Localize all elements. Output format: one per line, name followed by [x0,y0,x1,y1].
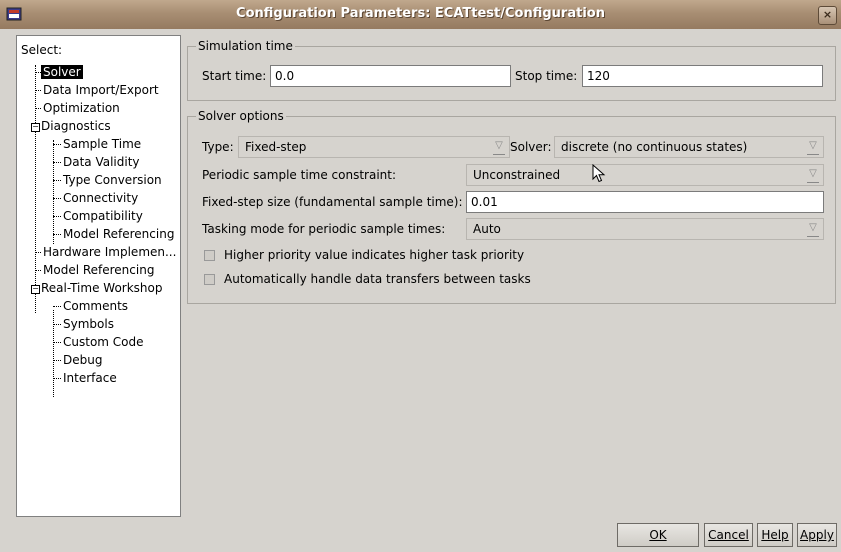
tree-item-data-validity[interactable]: Data Validity [53,153,142,171]
fixed-step-size-field[interactable]: 0.01 [466,191,824,213]
solver-options-group: Solver options Type: Fixed-step ▽ Solver… [187,109,836,304]
periodic-constraint-value: Unconstrained [473,168,561,182]
title-bar: Configuration Parameters: ECATtest/Confi… [0,0,841,30]
window-title: Configuration Parameters: ECATtest/Confi… [236,6,605,21]
dropdown-arrow-icon: ▽ [493,140,505,155]
mouse-cursor-icon [592,164,606,183]
ok-button[interactable]: OK [617,523,699,547]
tree-item-data-import-export[interactable]: Data Import/Export [35,81,161,99]
tasking-mode-select[interactable]: Auto ▽ [466,218,824,240]
cancel-button[interactable]: Cancel [704,523,753,547]
stop-time-field[interactable]: 120 [582,65,823,87]
tree-item-type-conversion[interactable]: Type Conversion [53,171,164,189]
auto-data-transfer-label: Automatically handle data transfers betw… [224,272,531,286]
type-select[interactable]: Fixed-step ▽ [238,136,510,158]
tree-item-sample-time[interactable]: Sample Time [53,135,143,153]
type-value: Fixed-step [245,140,307,154]
tree-item-diag-model-referencing[interactable]: Model Referencing [53,225,176,243]
close-icon[interactable]: × [818,6,837,25]
help-button[interactable]: Help [757,523,793,547]
periodic-constraint-label: Periodic sample time constraint: [202,168,397,182]
tree-item-comments[interactable]: Comments [53,297,130,315]
simulation-time-legend: Simulation time [196,39,295,53]
periodic-constraint-select[interactable]: Unconstrained ▽ [466,164,824,186]
tree-item-hardware-implementation[interactable]: Hardware Implemen... [35,243,178,261]
start-time-field[interactable]: 0.0 [270,65,511,87]
auto-data-transfer-checkbox[interactable] [204,274,215,285]
higher-priority-label: Higher priority value indicates higher t… [224,248,525,262]
solver-options-legend: Solver options [196,109,286,123]
tree-item-interface[interactable]: Interface [53,369,119,387]
start-time-label: Start time: [202,69,267,83]
dialog-content: Select: Solver Data Import/Export Optimi… [0,29,841,552]
category-tree[interactable]: Select: Solver Data Import/Export Optimi… [16,35,181,517]
solver-select[interactable]: discrete (no continuous states) ▽ [554,136,824,158]
tree-item-connectivity[interactable]: Connectivity [53,189,140,207]
tree-item-compatibility[interactable]: Compatibility [53,207,145,225]
dropdown-arrow-icon: ▽ [807,222,819,237]
type-label: Type: [202,140,234,154]
tree-item-real-time-workshop[interactable]: Real-Time Workshop [39,279,164,297]
apply-button[interactable]: Apply [797,523,837,547]
tree-item-debug[interactable]: Debug [53,351,104,369]
tree-item-symbols[interactable]: Symbols [53,315,116,333]
solver-label: Solver: [510,140,552,154]
dropdown-arrow-icon: ▽ [807,140,819,155]
tree-item-custom-code[interactable]: Custom Code [53,333,146,351]
tree-item-solver[interactable]: Solver [35,63,83,81]
solver-value: discrete (no continuous states) [561,140,748,154]
higher-priority-checkbox[interactable] [204,250,215,261]
tree-item-optimization[interactable]: Optimization [35,99,122,117]
tasking-mode-value: Auto [473,222,501,236]
dropdown-arrow-icon: ▽ [807,168,819,183]
simulation-time-group: Simulation time Start time: 0.0 Stop tim… [187,39,836,101]
tasking-mode-label: Tasking mode for periodic sample times: [202,222,446,236]
tree-item-diagnostics[interactable]: Diagnostics [39,117,113,135]
select-label: Select: [21,43,63,57]
stop-time-label: Stop time: [515,69,578,83]
tree-item-model-referencing[interactable]: Model Referencing [35,261,156,279]
fixed-step-size-label: Fixed-step size (fundamental sample time… [202,195,463,209]
